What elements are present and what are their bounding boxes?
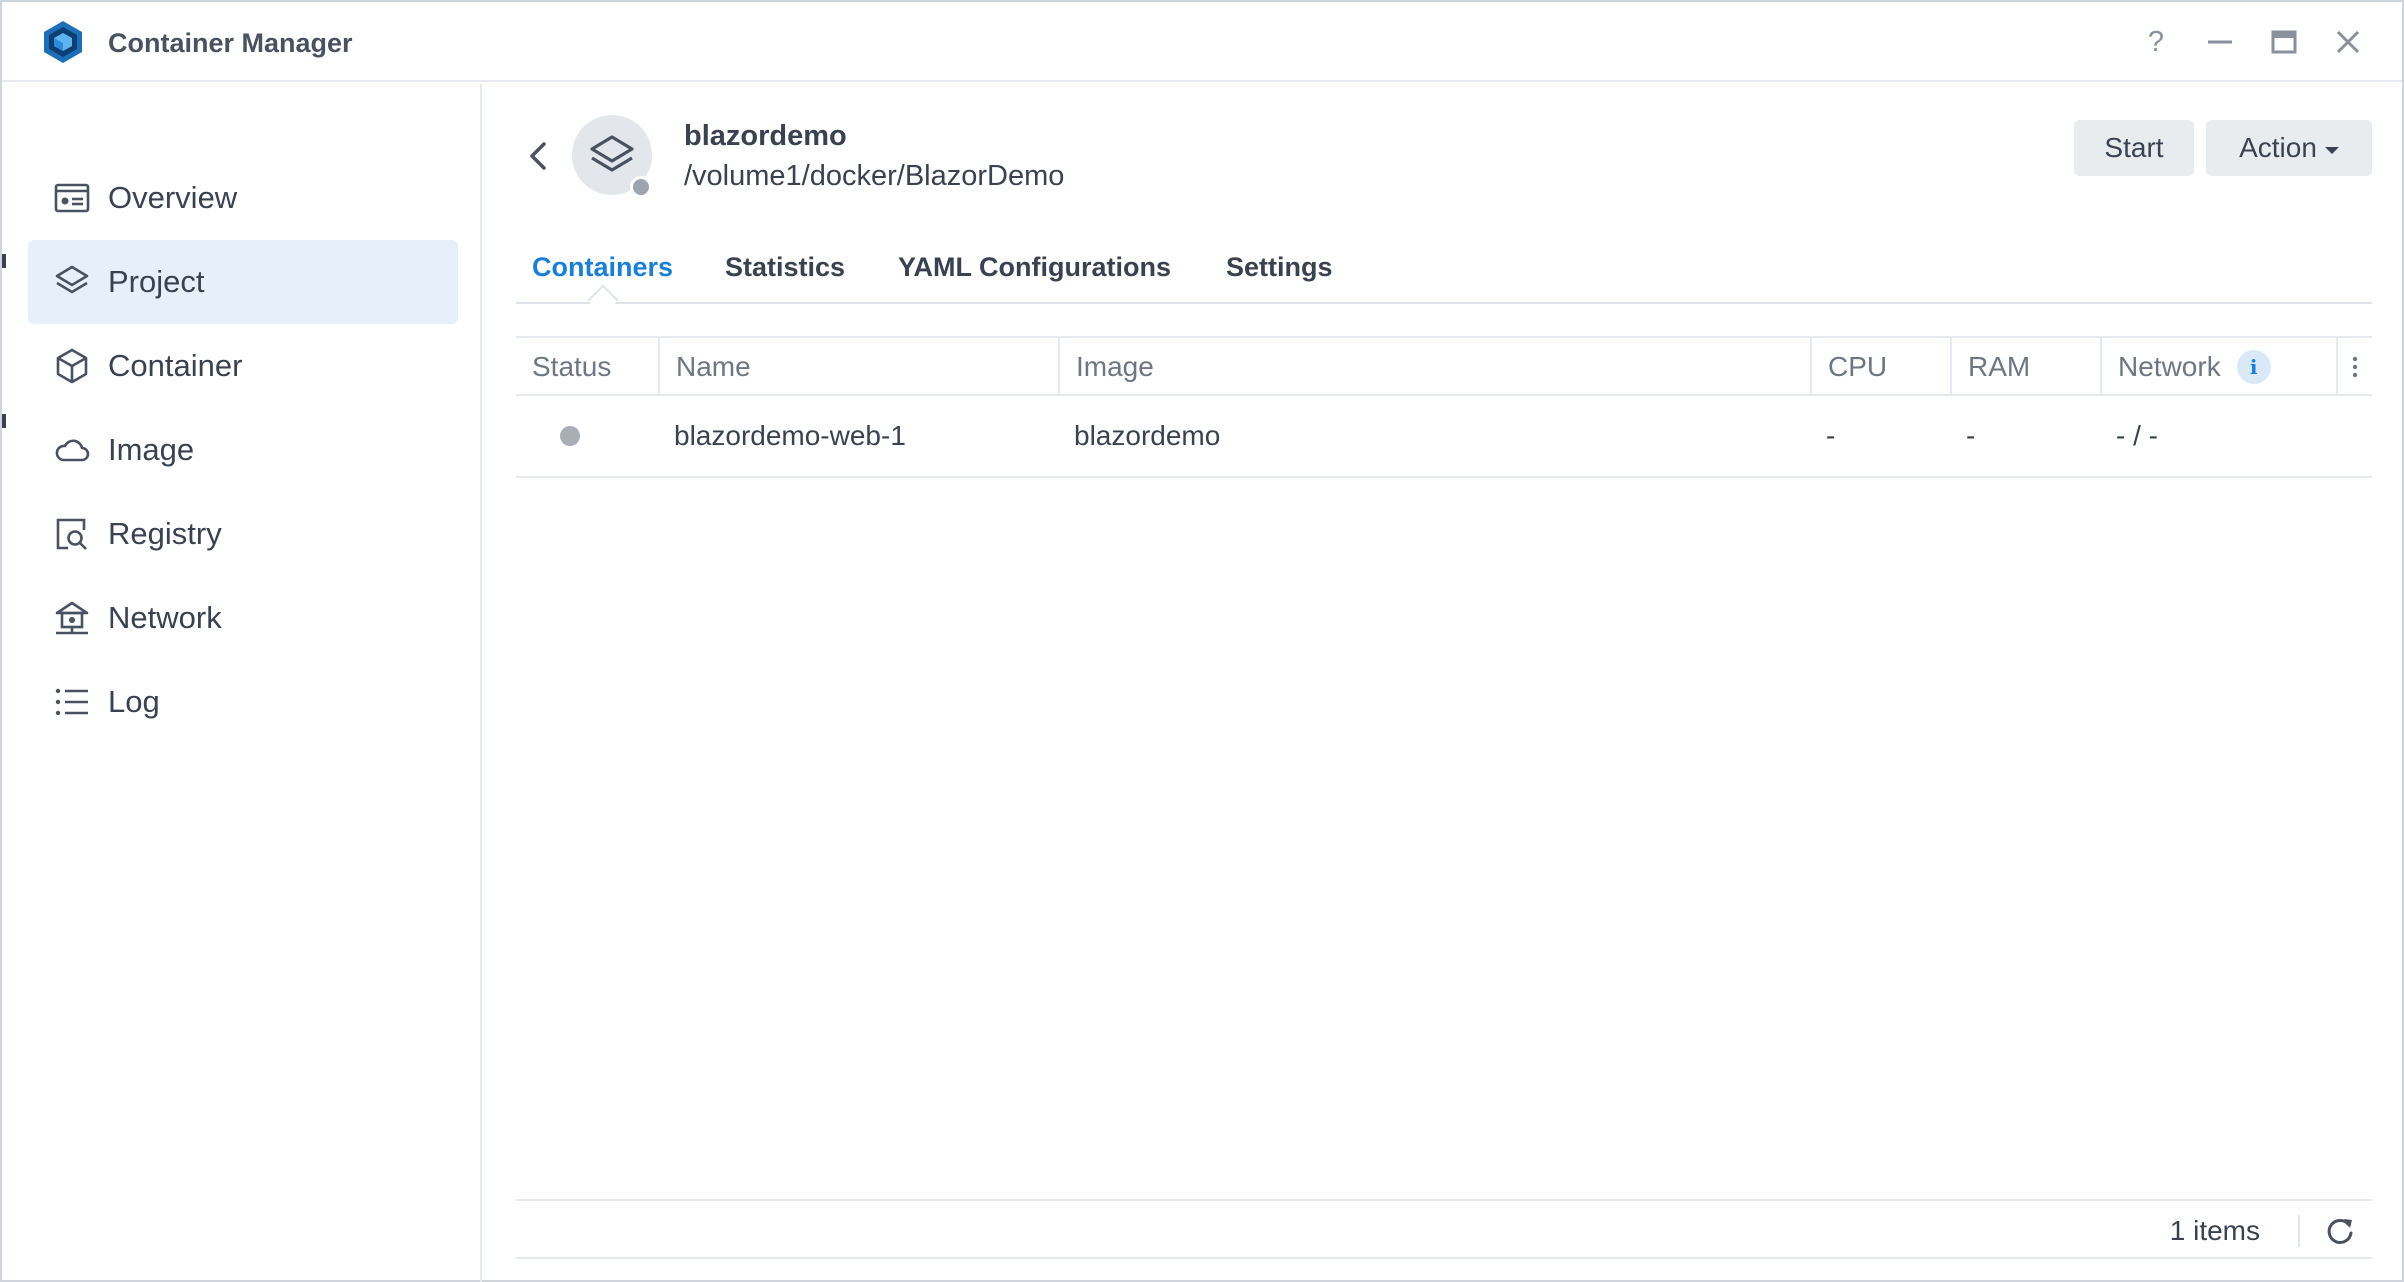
app-title: Container Manager (108, 28, 353, 58)
sidebar-item-container[interactable]: Container (28, 324, 458, 408)
tab-yaml-configurations[interactable]: YAML Configurations (898, 252, 1171, 283)
edge-artifact (2, 414, 6, 428)
cloud-icon (55, 439, 90, 462)
container-manager-logo-icon (44, 21, 82, 63)
close-icon (2336, 30, 2360, 54)
info-icon[interactable]: i (2236, 350, 2271, 384)
sidebar-item-label: Overview (108, 180, 238, 215)
refresh-button[interactable] (2320, 1211, 2360, 1251)
tab-bar: Containers Statistics YAML Configuration… (516, 238, 2372, 304)
sidebar-item-overview[interactable]: Overview (28, 156, 458, 240)
column-header-network[interactable]: Network i (2100, 338, 2336, 396)
back-button[interactable] (522, 136, 556, 176)
tab-containers[interactable]: Containers (532, 252, 673, 283)
column-header-image[interactable]: Image (1058, 338, 1810, 396)
sidebar-item-label: Log (108, 684, 160, 719)
start-button-label: Start (2104, 132, 2164, 163)
sidebar-item-image[interactable]: Image (28, 408, 458, 492)
project-path: /volume1/docker/BlazorDemo (684, 160, 1065, 192)
column-header-cpu[interactable]: CPU (1810, 338, 1950, 396)
edge-artifact (2, 254, 6, 268)
footer-divider (2298, 1215, 2300, 1247)
sidebar: Overview Project Container Image Registr… (2, 84, 482, 1282)
maximize-icon (2271, 30, 2297, 54)
cpu-cell: - (1826, 420, 1836, 451)
more-vertical-icon (2352, 356, 2358, 378)
table-header: Status Name Image CPU RAM Network i (516, 336, 2372, 396)
column-header-name[interactable]: Name (658, 338, 1058, 396)
action-button-label: Action (2239, 132, 2317, 163)
maximize-button[interactable] (2264, 22, 2304, 62)
column-header-status[interactable]: Status (516, 338, 658, 396)
tab-statistics[interactable]: Statistics (725, 252, 845, 283)
caret-down-icon (2324, 146, 2339, 154)
app-window: Container Manager ? Overview Project Con… (0, 0, 2404, 1282)
start-button[interactable]: Start (2074, 120, 2194, 176)
close-button[interactable] (2328, 22, 2368, 62)
cube-icon (56, 348, 88, 384)
column-options-button[interactable] (2336, 338, 2372, 396)
list-icon (55, 688, 88, 716)
registry-search-icon (56, 518, 87, 550)
action-dropdown-button[interactable]: Action (2206, 120, 2372, 176)
table-footer: 1 items (516, 1199, 2372, 1259)
stopped-status-dot (560, 426, 580, 446)
sidebar-item-network[interactable]: Network (28, 576, 458, 660)
minimize-button[interactable] (2200, 22, 2240, 62)
sidebar-item-log[interactable]: Log (28, 660, 458, 744)
image-cell: blazordemo (1074, 420, 1221, 451)
column-header-ram[interactable]: RAM (1950, 338, 2100, 396)
network-cell: - / - (2116, 420, 2158, 451)
title-bar: Container Manager ? (2, 2, 2402, 82)
sidebar-item-label: Image (108, 432, 195, 467)
containers-table: Status Name Image CPU RAM Network i blaz… (516, 336, 2372, 478)
refresh-icon (2327, 1218, 2353, 1244)
overview-icon (54, 183, 90, 213)
minimize-icon (2208, 40, 2232, 44)
sidebar-item-label: Container (108, 348, 243, 383)
table-row[interactable]: blazordemo-web-1 blazordemo - - - / - (516, 396, 2372, 478)
network-icon (55, 601, 89, 635)
help-button[interactable]: ? (2136, 22, 2176, 62)
ram-cell: - (1966, 420, 1976, 451)
sidebar-item-project[interactable]: Project (28, 240, 458, 324)
tab-settings[interactable]: Settings (1226, 252, 1333, 283)
chevron-left-icon (530, 142, 546, 170)
sidebar-item-registry[interactable]: Registry (28, 492, 458, 576)
layers-icon (55, 265, 89, 294)
sidebar-item-label: Network (108, 600, 222, 635)
sidebar-item-label: Registry (108, 516, 222, 551)
project-name: blazordemo (684, 120, 847, 152)
project-status-dot (630, 176, 652, 198)
item-count: 1 items (2169, 1215, 2260, 1246)
sidebar-item-label: Project (108, 264, 205, 299)
status-cell (516, 396, 658, 476)
container-name-cell: blazordemo-web-1 (674, 420, 906, 451)
help-icon: ? (2147, 25, 2165, 58)
column-header-network-label: Network (2118, 351, 2221, 382)
